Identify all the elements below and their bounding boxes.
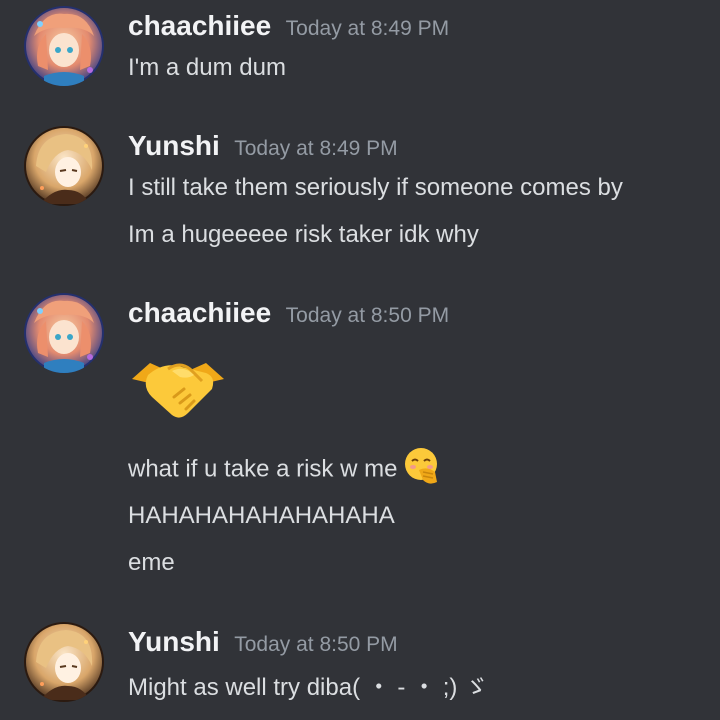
message-text: HAHAHAHAHAHAHAHA: [128, 502, 395, 529]
timestamp: Today at 8:50 PM: [234, 633, 398, 656]
message-text-content: what if u take a risk w me: [128, 455, 398, 483]
handshake-emoji[interactable]: [128, 345, 228, 430]
message-text: eme: [128, 549, 175, 576]
message-header: chaachiiee Today at 8:50 PM: [128, 293, 449, 333]
avatar[interactable]: [24, 622, 104, 702]
username[interactable]: chaachiiee: [128, 10, 271, 41]
message-header: chaachiiee Today at 8:49 PM: [128, 6, 449, 46]
message-group: chaachiiee Today at 8:49 PM I'm a dum du…: [0, 6, 720, 96]
avatar[interactable]: [24, 6, 104, 86]
message-header: Yunshi Today at 8:49 PM: [128, 126, 398, 166]
message-text: what if u take a risk w me: [128, 448, 443, 490]
message-text: I still take them seriously if someone c…: [128, 174, 623, 201]
avatar[interactable]: [24, 126, 104, 206]
message-group: chaachiiee Today at 8:50 PM what if u ta…: [0, 293, 720, 593]
timestamp: Today at 8:50 PM: [285, 304, 450, 327]
username[interactable]: Yunshi: [128, 130, 220, 161]
face-with-hand-over-mouth-emoji[interactable]: [403, 446, 443, 486]
timestamp: Today at 8:49 PM: [234, 137, 398, 160]
username[interactable]: chaachiiee: [128, 297, 271, 328]
message-text: Im a hugeeeee risk taker idk why: [128, 221, 479, 248]
username[interactable]: Yunshi: [128, 626, 220, 657]
timestamp: Today at 8:49 PM: [285, 17, 450, 40]
message-group: Yunshi Today at 8:49 PM I still take the…: [0, 126, 720, 266]
message-text: Might as well try diba( ・ - ・ ;) ゞ: [128, 674, 489, 701]
avatar[interactable]: [24, 293, 104, 373]
message-header: Yunshi Today at 8:50 PM: [128, 622, 398, 662]
message-group: Yunshi Today at 8:50 PM Might as well tr…: [0, 622, 720, 712]
message-text: I'm a dum dum: [128, 54, 286, 81]
